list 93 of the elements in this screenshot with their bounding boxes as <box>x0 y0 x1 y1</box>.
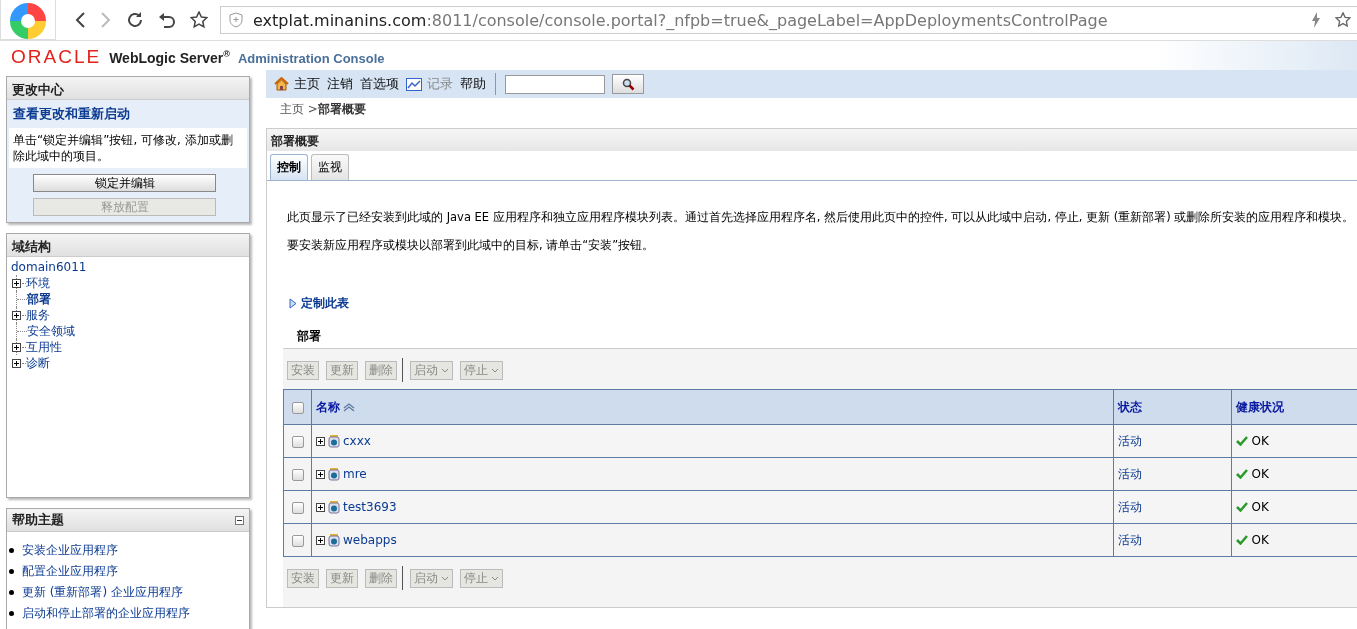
expand-icon[interactable] <box>12 358 21 368</box>
column-header[interactable]: 名称 <box>311 389 1113 425</box>
expand-icon[interactable] <box>316 502 325 512</box>
check-icon <box>1235 502 1248 512</box>
brand-logo: ORACLE <box>11 46 102 68</box>
panel-title: 部署概要 <box>267 129 1357 151</box>
check-icon <box>1235 436 1248 446</box>
caret-icon <box>441 367 449 373</box>
shield-icon <box>229 12 243 28</box>
help-link[interactable]: 安装企业应用程序 <box>22 540 118 561</box>
checkbox[interactable] <box>291 534 304 547</box>
application-jar-icon <box>328 434 340 448</box>
panel-title: 更改中心 <box>7 77 249 100</box>
deployment-link[interactable]: test3693 <box>343 500 397 514</box>
expand-icon[interactable] <box>316 535 325 545</box>
column-header[interactable]: 状态 <box>1113 389 1231 425</box>
tree-item[interactable]: domain6011 <box>11 259 245 275</box>
breadcrumb-current: 部署概要 <box>317 102 366 116</box>
tree-item[interactable]: 服务 <box>26 306 50 324</box>
checkbox[interactable] <box>291 401 304 414</box>
expand-triangle-icon[interactable] <box>289 298 297 309</box>
help-link[interactable]: 启动和停止部署的企业应用程序 <box>22 603 190 624</box>
collapse-icon[interactable] <box>235 515 244 525</box>
product-name: WebLogic Server$^{®}$ <box>109 49 230 66</box>
bullet-icon <box>9 611 14 616</box>
panel-title: 域结构 <box>7 234 249 257</box>
tree-item[interactable]: 互用性 <box>26 338 62 356</box>
lightning-icon[interactable] <box>1311 12 1321 28</box>
customize-table-link[interactable]: 定制此表 <box>301 295 349 312</box>
expand-icon[interactable] <box>316 469 325 479</box>
expand-icon[interactable] <box>12 342 21 352</box>
description-text: 要安装新应用程序或模块以部署到此域中的目标, 请单击“安装”按钮。 <box>286 237 656 254</box>
tab[interactable]: 监视 <box>311 154 349 180</box>
search-button[interactable] <box>612 74 644 94</box>
checkbox[interactable] <box>291 501 304 514</box>
health-status: OK <box>1251 500 1269 514</box>
bullet-icon <box>9 569 14 574</box>
home-icon <box>274 77 289 91</box>
caret-icon <box>491 367 499 373</box>
health-status: OK <box>1251 467 1269 481</box>
caret-icon <box>441 575 449 581</box>
state-link[interactable]: 活动 <box>1117 466 1142 481</box>
toolbar-link[interactable]: 注销 <box>327 75 353 93</box>
breadcrumb-link[interactable]: 主页 > <box>280 102 318 116</box>
state-link[interactable]: 活动 <box>1117 433 1142 448</box>
instructions-text: 单击“锁定并编辑”按钮, 可修改, 添加或删除此域中的项目。 <box>9 128 247 168</box>
deployment-link[interactable]: webapps <box>343 533 397 547</box>
search-icon <box>621 77 635 91</box>
health-status: OK <box>1251 434 1269 448</box>
help-link[interactable]: 配置企业应用程序 <box>22 561 118 582</box>
application-jar-icon <box>328 467 340 481</box>
sort-icon[interactable] <box>343 402 355 412</box>
console-title: Administration Console <box>237 51 385 66</box>
toolbar-link[interactable]: 帮助 <box>460 75 486 93</box>
expand-icon[interactable] <box>12 310 21 320</box>
expand-icon[interactable] <box>316 436 325 446</box>
application-jar-icon <box>328 500 340 514</box>
bookmark-star-icon[interactable] <box>1335 12 1351 28</box>
chart-icon <box>406 77 422 91</box>
toolbar-link[interactable]: 首选项 <box>360 75 399 93</box>
back-icon[interactable] <box>74 11 86 29</box>
state-link[interactable]: 活动 <box>1117 499 1142 514</box>
view-changes-link[interactable]: 查看更改和重新启动 <box>7 100 249 128</box>
undo-icon[interactable] <box>158 11 176 29</box>
column-header[interactable]: 健康状况 <box>1231 389 1357 425</box>
tree-item[interactable]: 部署 <box>27 290 51 308</box>
star-icon[interactable] <box>190 11 208 29</box>
tab[interactable]: 控制 <box>270 154 308 180</box>
checkbox[interactable] <box>291 468 304 481</box>
tree-item[interactable]: 安全领域 <box>27 322 75 340</box>
bullet-icon <box>9 590 14 595</box>
tree-item[interactable]: 诊断 <box>26 354 50 372</box>
caret-icon <box>491 575 499 581</box>
bullet-icon <box>9 548 14 553</box>
address-field[interactable]: extplat.minanins.com:8011/console/console.portal?_nfpb=true&_pageLabel=AppDeploymentsControlPage <box>220 6 1357 34</box>
deployment-link[interactable]: cxxx <box>343 434 371 448</box>
toolbar-link[interactable]: 主页 <box>294 75 320 93</box>
tree-item[interactable]: 环境 <box>26 274 50 292</box>
application-jar-icon <box>328 533 340 547</box>
help-link[interactable]: 更新 (重新部署) 企业应用程序 <box>22 582 183 603</box>
lock-and-edit-button[interactable]: 锁定并编辑 <box>33 174 216 192</box>
state-link[interactable]: 活动 <box>1117 532 1142 547</box>
expand-icon[interactable] <box>12 278 21 288</box>
deployment-link[interactable]: mre <box>343 467 367 481</box>
search-field[interactable] <box>505 74 605 94</box>
checkbox[interactable] <box>291 435 304 448</box>
check-icon <box>1235 469 1248 479</box>
description-text: 此页显示了已经安装到此域的 Java EE 应用程序和独立应用程序模块列表。通过首先选择应用程序名, 然后使用此页中的控件, 可以从此域中启动, 停止, 更新 (重新部署) 或删除所安装的应用程序和模块。 <box>286 209 1356 226</box>
table-title: 部署 <box>297 328 322 345</box>
health-status: OK <box>1251 533 1269 547</box>
check-icon <box>1235 535 1248 545</box>
reload-icon[interactable] <box>126 11 144 29</box>
panel-title: 帮助主题 <box>12 511 64 529</box>
